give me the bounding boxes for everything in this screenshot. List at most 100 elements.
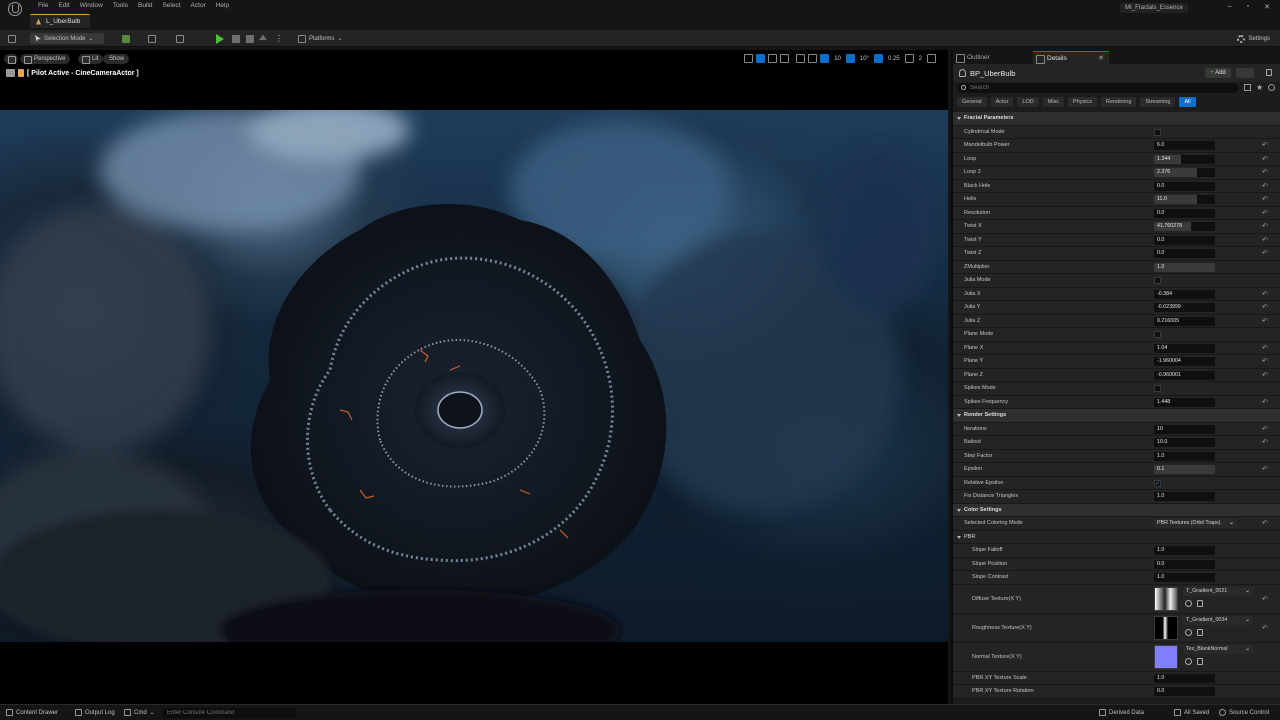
property-value-field[interactable]: 0.0 (1154, 249, 1215, 258)
derived-data-button[interactable]: Derived Data (1099, 709, 1144, 716)
category-color-settings[interactable]: Color Settings (953, 503, 1280, 517)
browse-asset-icon[interactable] (1185, 628, 1192, 636)
menu-window[interactable]: Window (75, 2, 108, 9)
grid-snap-value[interactable]: 10 (832, 56, 843, 62)
reset-to-default-icon[interactable]: ↶ (1262, 372, 1268, 379)
add-component-button[interactable]: + Add (1205, 68, 1231, 78)
property-value-field[interactable]: 0.0 (1154, 181, 1215, 191)
camera-speed-value[interactable]: 2 (917, 56, 924, 62)
texture-thumbnail[interactable] (1154, 615, 1178, 640)
maximize-viewport-icon[interactable] (927, 54, 936, 63)
filter-misc[interactable]: Misc (1042, 97, 1065, 107)
filter-actor[interactable]: Actor (990, 97, 1014, 107)
stop-button[interactable] (246, 33, 254, 44)
property-value-field[interactable]: -1.960004 (1154, 357, 1215, 366)
property-value-field[interactable]: 0.0 (1154, 559, 1215, 569)
category-fractal-parameters[interactable]: Fractal Parameters (953, 112, 1280, 126)
settings-button[interactable]: Settings (1237, 33, 1270, 44)
edit-blueprint-button[interactable] (1236, 68, 1254, 78)
lit-button[interactable]: Lit (78, 54, 104, 64)
texture-asset-picker[interactable]: T_Gradient_0034 ⌄ (1183, 615, 1253, 625)
rotate-tool-icon[interactable] (768, 54, 778, 63)
filter-streaming[interactable]: Streaming (1140, 97, 1176, 107)
property-value-field[interactable]: 1.04 (1154, 343, 1215, 353)
select-tool-icon[interactable] (744, 54, 754, 63)
reset-to-default-icon[interactable]: ↶ (1262, 237, 1268, 244)
lock-icon[interactable] (1266, 69, 1272, 76)
property-value-field[interactable]: 0.1 (1154, 465, 1215, 474)
property-value-field[interactable]: 1.344 (1154, 154, 1215, 164)
menu-select[interactable]: Select (157, 2, 185, 9)
reset-to-default-icon[interactable]: ↶ (1262, 169, 1268, 176)
eject-button[interactable] (259, 33, 267, 44)
unreal-logo-icon[interactable] (8, 2, 22, 16)
filter-general[interactable]: General (957, 97, 987, 107)
property-matrix-icon[interactable] (1244, 84, 1251, 91)
save-button[interactable] (8, 33, 16, 44)
surface-snap-icon[interactable] (808, 54, 818, 63)
property-value-field[interactable]: 1.448 (1154, 397, 1215, 407)
subcategory-pbr[interactable]: PBR (953, 530, 1280, 544)
find-in-browser-icon[interactable] (1197, 657, 1203, 665)
minimize-icon[interactable]: – (1228, 3, 1232, 11)
menu-actor[interactable]: Actor (186, 2, 211, 9)
reset-to-default-icon[interactable]: ↶ (1262, 210, 1268, 217)
blueprints-button[interactable] (148, 33, 156, 44)
reset-to-default-icon[interactable]: ↶ (1262, 291, 1268, 298)
show-button[interactable]: Show (103, 54, 130, 64)
property-value-field[interactable]: 10 (1154, 424, 1215, 434)
texture-asset-picker[interactable]: T_Gradient_0021 ⌄ (1183, 586, 1253, 596)
reset-to-default-icon[interactable]: ↶ (1262, 142, 1268, 149)
property-value-field[interactable]: 0.0 (1154, 687, 1215, 696)
reset-to-default-icon[interactable]: ↶ (1262, 399, 1268, 406)
reset-to-default-icon[interactable]: ↶ (1262, 304, 1268, 311)
property-dropdown[interactable]: PBR Textures (Orbit Traps) ⌄ (1154, 519, 1237, 528)
console-command-input[interactable] (162, 708, 292, 718)
cinematics-button[interactable] (176, 33, 184, 44)
reset-to-default-icon[interactable]: ↶ (1262, 520, 1268, 527)
property-value-field[interactable]: 0.0 (1154, 235, 1215, 245)
reset-to-default-icon[interactable]: ↶ (1262, 625, 1268, 632)
property-value-field[interactable]: 11.0 (1154, 195, 1215, 204)
reset-to-default-icon[interactable]: ↶ (1262, 596, 1268, 603)
property-value-field[interactable]: -0.384 (1154, 289, 1215, 299)
more-options-icon[interactable]: ⋮ (275, 33, 283, 44)
quick-add-button[interactable] (122, 33, 136, 44)
property-value-field[interactable]: 0.216005 (1154, 316, 1215, 326)
menu-file[interactable]: File (33, 2, 53, 9)
translate-tool-icon[interactable] (756, 54, 766, 63)
platforms-dropdown[interactable]: Platforms ⌄ (298, 33, 342, 44)
scale-tool-icon[interactable] (780, 54, 790, 63)
property-value-field[interactable]: 2.376 (1154, 168, 1215, 177)
browse-asset-icon[interactable] (1185, 599, 1192, 607)
property-checkbox[interactable] (1154, 331, 1161, 338)
browse-asset-icon[interactable] (1185, 657, 1192, 665)
menu-tools[interactable]: Tools (108, 2, 133, 9)
property-checkbox[interactable] (1154, 385, 1161, 392)
reset-to-default-icon[interactable]: ↶ (1262, 156, 1268, 163)
filter-all[interactable]: All (1179, 97, 1196, 107)
reset-to-default-icon[interactable]: ↶ (1262, 466, 1268, 473)
source-control-button[interactable]: Source Control (1219, 709, 1269, 716)
favorites-star-icon[interactable]: ★ (1256, 84, 1263, 92)
play-button[interactable] (216, 33, 224, 44)
texture-asset-picker[interactable]: Tex_BlankNormal ⌄ (1183, 644, 1253, 654)
level-tab[interactable]: L_UberBulb (30, 14, 90, 28)
texture-thumbnail[interactable] (1154, 586, 1178, 611)
category-render-settings[interactable]: Render Settings (953, 409, 1280, 423)
tab-outliner[interactable]: Outliner (953, 51, 1031, 64)
filter-rendering[interactable]: Rendering (1101, 97, 1137, 107)
property-value-field[interactable]: 1.0 (1154, 451, 1215, 461)
scale-snap-icon[interactable] (873, 54, 883, 63)
selection-mode-dropdown[interactable]: Selection Mode ⌄ (30, 33, 104, 44)
eject-pilot-icon[interactable] (18, 69, 24, 77)
cmd-dropdown[interactable]: Cmd ⌄ (124, 709, 155, 716)
all-saved-button[interactable]: All Saved (1174, 709, 1209, 716)
filter-lod[interactable]: LOD (1017, 97, 1039, 107)
texture-thumbnail[interactable] (1154, 644, 1178, 669)
property-value-field[interactable]: 10.0 (1154, 438, 1215, 447)
output-log-button[interactable]: Output Log (75, 709, 115, 716)
tab-details[interactable]: Details ✕ (1033, 51, 1109, 64)
property-value-field[interactable]: 1.0 (1154, 673, 1215, 683)
grid-snap-icon[interactable] (820, 54, 830, 63)
